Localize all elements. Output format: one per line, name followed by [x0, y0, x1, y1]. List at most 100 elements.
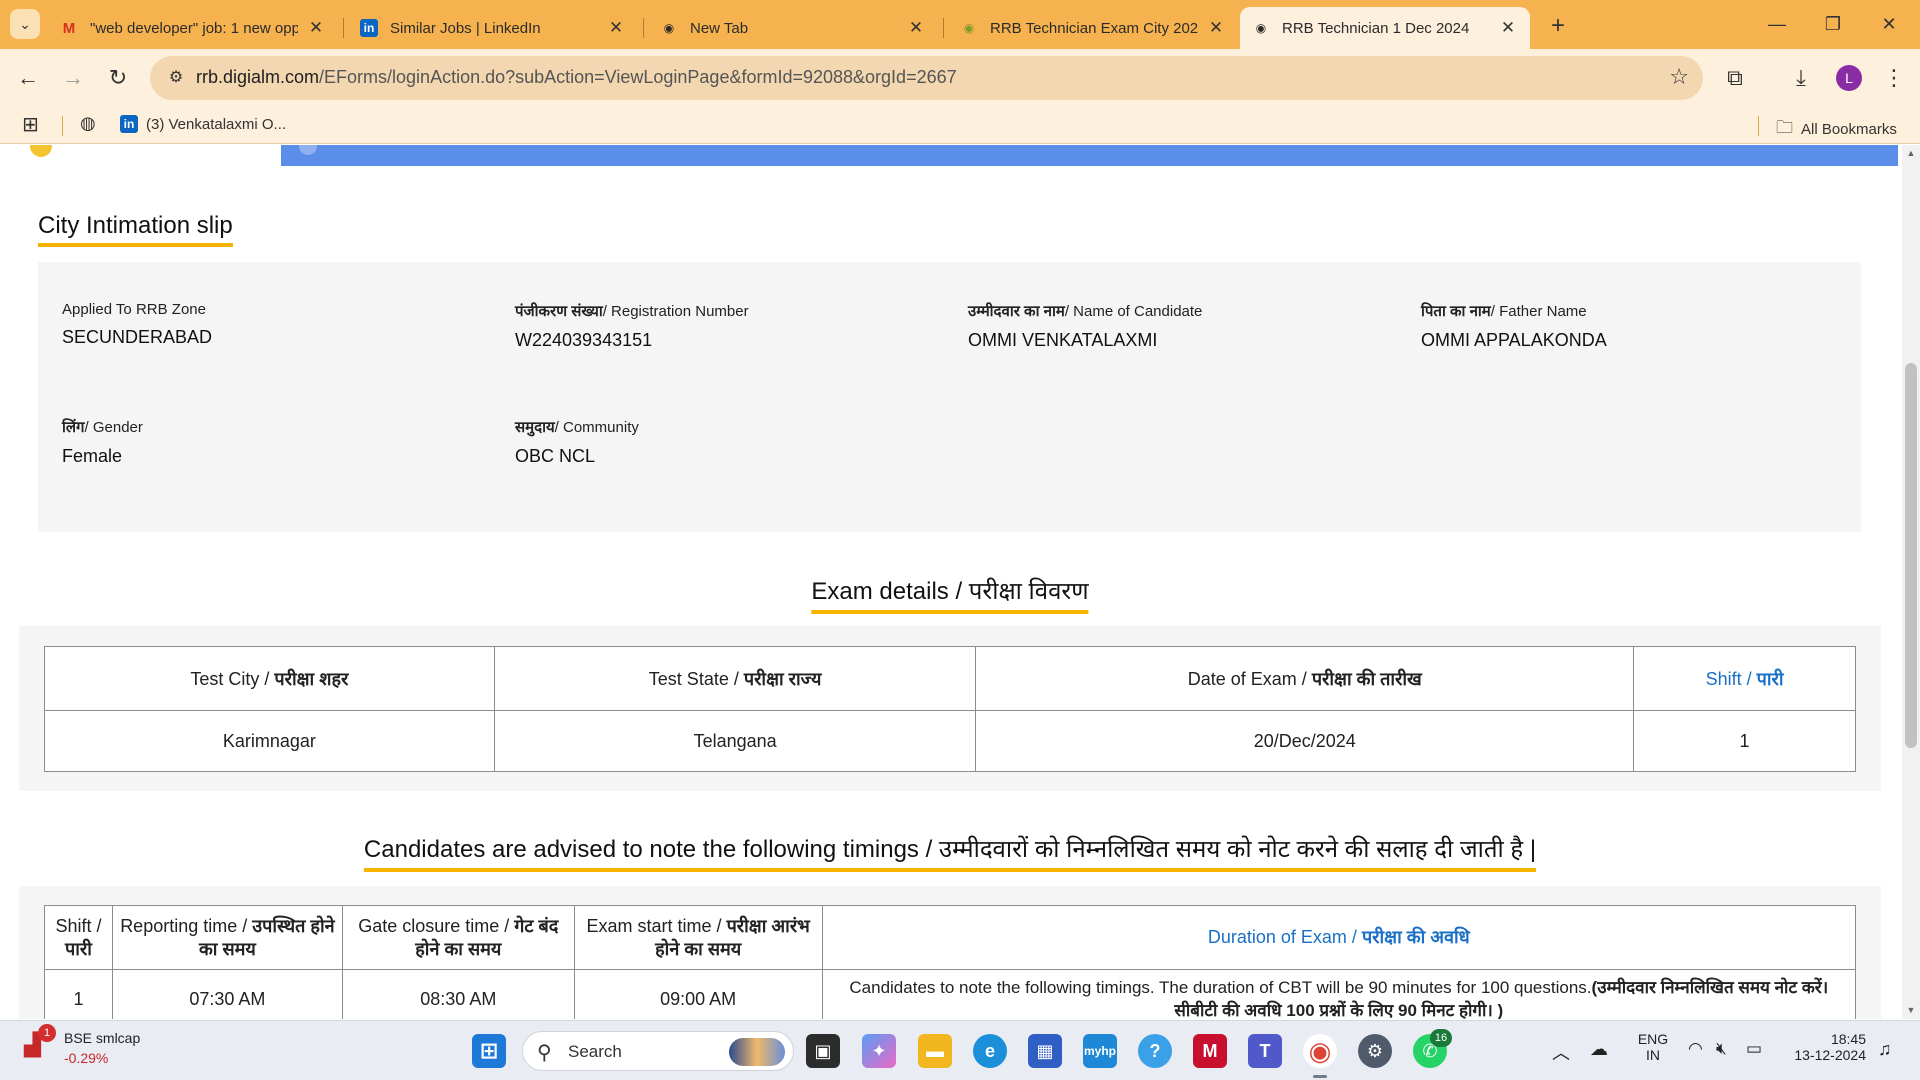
forward-button[interactable]: →	[55, 60, 91, 96]
reload-button[interactable]: ↻	[100, 60, 136, 96]
profile-avatar[interactable]: L	[1836, 65, 1862, 91]
cell-duration: Candidates to note the following timings…	[821, 969, 1857, 1019]
taskbar-search[interactable]: ⚲ Search	[522, 1031, 794, 1071]
gmail-icon: M	[62, 19, 76, 37]
tab-rrb-exam-city[interactable]: ◉ RRB Technician Exam City 2024 ✕	[948, 7, 1238, 49]
url-host: rrb.digialm.com	[196, 67, 320, 87]
lang-primary: ENG	[1637, 1031, 1669, 1047]
header-shift: Shift / पारी	[44, 905, 113, 970]
windows-taskbar: ▟ 1 BSE smlcap -0.29% ⊞ ⚲ Search ▣ ✦ ▬ e…	[0, 1020, 1920, 1080]
chevron-down-icon: ⌄	[19, 15, 31, 32]
close-icon[interactable]: ✕	[1206, 18, 1226, 38]
teams-icon[interactable]: T	[1248, 1034, 1282, 1068]
myhp-icon[interactable]: myhp	[1083, 1034, 1117, 1068]
clock[interactable]: 18:45 13-12-2024	[1786, 1031, 1866, 1063]
mcafee-icon[interactable]: M	[1193, 1034, 1227, 1068]
bookmark-label: (3) Venkatalaxmi O...	[146, 115, 287, 133]
timings-panel: Shift / पारी Reporting time / उपस्थित हो…	[19, 886, 1881, 1019]
close-window-button[interactable]: ✕	[1864, 8, 1914, 40]
field-rrb-zone: Applied To RRB Zone SECUNDERABAD	[62, 301, 502, 348]
edge-icon[interactable]: e	[973, 1034, 1007, 1068]
windows-start-icon[interactable]: ⊞	[472, 1034, 506, 1068]
restore-button[interactable]: ❐	[1808, 8, 1858, 40]
close-icon[interactable]: ✕	[606, 18, 626, 38]
close-icon[interactable]: ✕	[1498, 18, 1518, 38]
language-indicator[interactable]: ENG IN	[1636, 1031, 1670, 1063]
puzzle-icon: ⧉	[1727, 65, 1743, 90]
running-indicator	[1313, 1075, 1327, 1078]
field-community: समुदाय/ Community OBC NCL	[515, 417, 955, 467]
cell-reporting-time: 07:30 AM	[111, 969, 343, 1019]
microsoft-store-icon[interactable]: ▦	[1028, 1034, 1062, 1068]
chrome-icon: ◉	[1255, 21, 1267, 35]
url-path: /EForms/loginAction.do?subAction=ViewLog…	[319, 67, 957, 87]
wifi-icon[interactable]: ◠	[1688, 1039, 1703, 1059]
address-bar[interactable]: ⚙ rrb.digialm.com/EForms/loginAction.do?…	[150, 56, 1703, 100]
browser-toolbar: ← → ↻ ⚙ rrb.digialm.com/EForms/loginActi…	[0, 49, 1920, 107]
onedrive-icon[interactable]: ☁	[1590, 1039, 1608, 1060]
search-highlight-image	[729, 1038, 785, 1066]
field-value: SECUNDERABAD	[62, 327, 213, 347]
chevron-up-icon[interactable]: ︿	[1552, 1039, 1570, 1065]
copilot-icon[interactable]: ✦	[862, 1034, 896, 1068]
field-label: पंजीकरण संख्या/ Registration Number	[515, 303, 749, 320]
tab-title: "web developer" job: 1 new opp	[90, 19, 298, 37]
close-icon[interactable]: ✕	[906, 18, 926, 38]
field-label: लिंग/ Gender	[62, 419, 143, 436]
header-blue-bar	[281, 145, 1898, 166]
new-tab-button[interactable]: +	[1543, 12, 1573, 42]
field-value: W224039343151	[515, 330, 653, 350]
url-text[interactable]: rrb.digialm.com/EForms/loginAction.do?su…	[196, 67, 957, 88]
tab-rrb-technician[interactable]: ◉ RRB Technician 1 Dec 2024 ✕	[1240, 7, 1530, 49]
all-bookmarks-button[interactable]: 🗀 All Bookmarks	[1776, 115, 1897, 144]
plus-icon: +	[1550, 12, 1565, 39]
task-view-icon[interactable]: ▣	[806, 1034, 840, 1068]
file-explorer-icon[interactable]: ▬	[918, 1034, 952, 1068]
scroll-up-icon[interactable]: ▲	[1906, 148, 1916, 158]
back-button[interactable]: ←	[10, 60, 46, 96]
tab-search-button[interactable]: ⌄	[10, 9, 40, 39]
scroll-down-icon[interactable]: ▼	[1906, 1005, 1916, 1015]
header-test-state: Test State / परीक्षा राज्य	[493, 646, 977, 711]
clock-date: 13-12-2024	[1794, 1047, 1866, 1063]
header-test-city: Test City / परीक्षा शहर	[44, 646, 495, 711]
candidate-info-panel: Applied To RRB Zone SECUNDERABAD पंजीकरण…	[38, 262, 1861, 532]
battery-icon[interactable]: ▭	[1746, 1039, 1762, 1059]
downloads-button[interactable]: ⤓	[1783, 60, 1819, 96]
table-row: Karimnagar Telangana 20/Dec/2024 1	[44, 710, 1856, 772]
site-info-icon[interactable]: ⚙	[164, 66, 188, 90]
notification-badge: 1	[38, 1024, 56, 1042]
field-value: OMMI VENKATALAXMI	[968, 330, 1158, 350]
page-scrollbar[interactable]: ▲ ▼	[1902, 145, 1920, 1019]
help-icon[interactable]: ?	[1138, 1034, 1172, 1068]
download-icon: ⤓	[1796, 65, 1806, 90]
header-gate-closure-time: Gate closure time / गेट बंद होने का समय	[341, 905, 575, 970]
settings-icon[interactable]: ⚙	[1358, 1034, 1392, 1068]
bookmark-star-icon[interactable]: ☆	[1669, 64, 1689, 90]
menu-button[interactable]: ⋮	[1876, 60, 1912, 96]
apps-grid-icon[interactable]: ⊞	[22, 112, 39, 137]
extensions-button[interactable]: ⧉	[1717, 60, 1753, 96]
header-date-of-exam: Date of Exam / परीक्षा की तारीख	[975, 646, 1635, 711]
volume-muted-icon[interactable]: 🔇︎	[1716, 1039, 1727, 1059]
cell-gate-closure-time: 08:30 AM	[341, 969, 575, 1019]
field-value: OBC NCL	[515, 446, 596, 466]
clock-time: 18:45	[1830, 1031, 1866, 1047]
field-registration-number: पंजीकरण संख्या/ Registration Number W224…	[515, 301, 955, 351]
tab-gmail[interactable]: M "web developer" job: 1 new opp ✕	[48, 7, 338, 49]
globe-icon[interactable]: ◍	[80, 113, 96, 134]
chrome-icon[interactable]: ◉	[1303, 1034, 1337, 1068]
tab-title: RRB Technician Exam City 2024	[990, 19, 1198, 37]
scrollbar-thumb[interactable]	[1905, 363, 1917, 748]
tab-new-tab[interactable]: ◉ New Tab ✕	[648, 7, 938, 49]
tab-strip: ⌄ M "web developer" job: 1 new opp ✕ in …	[0, 0, 1920, 49]
bookmark-separator	[62, 116, 63, 136]
bookmark-linkedin[interactable]: in (3) Venkatalaxmi O...	[120, 115, 286, 133]
minimize-button[interactable]: —	[1752, 8, 1802, 40]
close-icon[interactable]: ✕	[306, 18, 326, 38]
exam-details-panel: Test City / परीक्षा शहर Test State / परी…	[19, 626, 1881, 791]
whatsapp-badge: 16	[1430, 1029, 1452, 1047]
minimize-icon: —	[1768, 14, 1786, 34]
tab-linkedin[interactable]: in Similar Jobs | LinkedIn ✕	[348, 7, 638, 49]
notification-bell-icon[interactable]: ♫	[1878, 1039, 1892, 1060]
